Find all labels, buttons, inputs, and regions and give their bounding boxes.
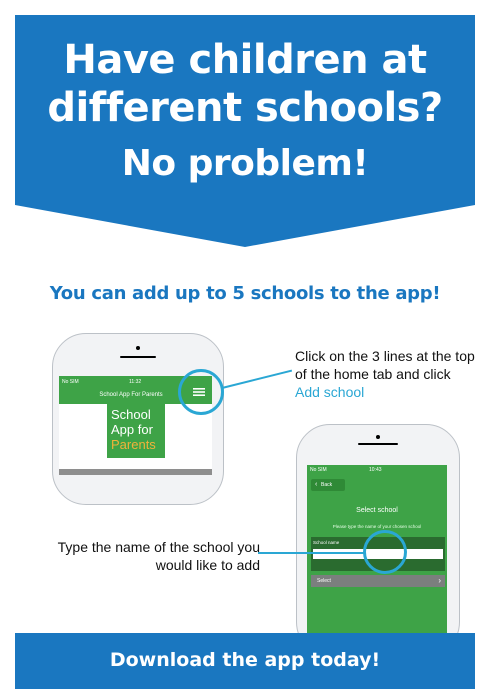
tab-bar xyxy=(59,469,212,475)
chevron-left-icon: ‹ xyxy=(315,481,318,488)
select-button-label: Select xyxy=(317,578,331,584)
headline-banner: Have children at different schools? No p… xyxy=(15,15,475,247)
speaker-grille xyxy=(120,356,156,358)
select-school-hint: Please type the name of your chosen scho… xyxy=(332,524,422,529)
footer-text: Download the app today! xyxy=(109,649,381,671)
back-button[interactable]: ‹ Back xyxy=(311,479,345,491)
headline-line-1: Have children at xyxy=(63,37,427,83)
phone-mockup-home: No SIM 11:32 School App For Parents Scho… xyxy=(52,333,224,505)
menu-highlight-ring xyxy=(178,369,224,415)
logo-line-2: App for xyxy=(111,422,153,437)
callout-type-name: Type the name of the school you would li… xyxy=(57,539,260,573)
time-label: 10:43 xyxy=(369,467,382,473)
headline-line-3: No problem! xyxy=(121,143,369,184)
camera-icon xyxy=(376,435,380,439)
callout-menu-text: Click on the 3 lines at the top of the h… xyxy=(295,348,475,382)
subheading: You can add up to 5 schools to the app! xyxy=(49,283,441,304)
app-nav-title: School App For Parents xyxy=(99,392,163,398)
time-label: 11:32 xyxy=(129,379,142,385)
select-button[interactable]: Select › xyxy=(311,575,445,587)
carrier-label: No SIM xyxy=(62,379,79,385)
add-school-link[interactable]: Add school xyxy=(295,384,364,400)
app-logo: School App for Parents xyxy=(107,404,165,458)
headline-line-2: different schools? xyxy=(47,85,443,131)
logo-line-1: School xyxy=(111,407,151,422)
chevron-right-icon: › xyxy=(438,576,441,585)
footer-banner: Download the app today! xyxy=(15,633,475,689)
callout-menu: Click on the 3 lines at the top of the h… xyxy=(295,347,475,401)
callout-connector-2 xyxy=(258,552,365,554)
logo-line-3: Parents xyxy=(111,437,156,452)
select-school-title: Select school xyxy=(356,507,398,514)
input-highlight-ring xyxy=(363,530,407,574)
callout-connector-1 xyxy=(221,369,293,389)
camera-icon xyxy=(136,346,140,350)
back-button-label: Back xyxy=(321,482,333,488)
carrier-label: No SIM xyxy=(310,467,327,473)
school-name-label: School name xyxy=(313,540,340,545)
speaker-grille xyxy=(358,443,398,445)
